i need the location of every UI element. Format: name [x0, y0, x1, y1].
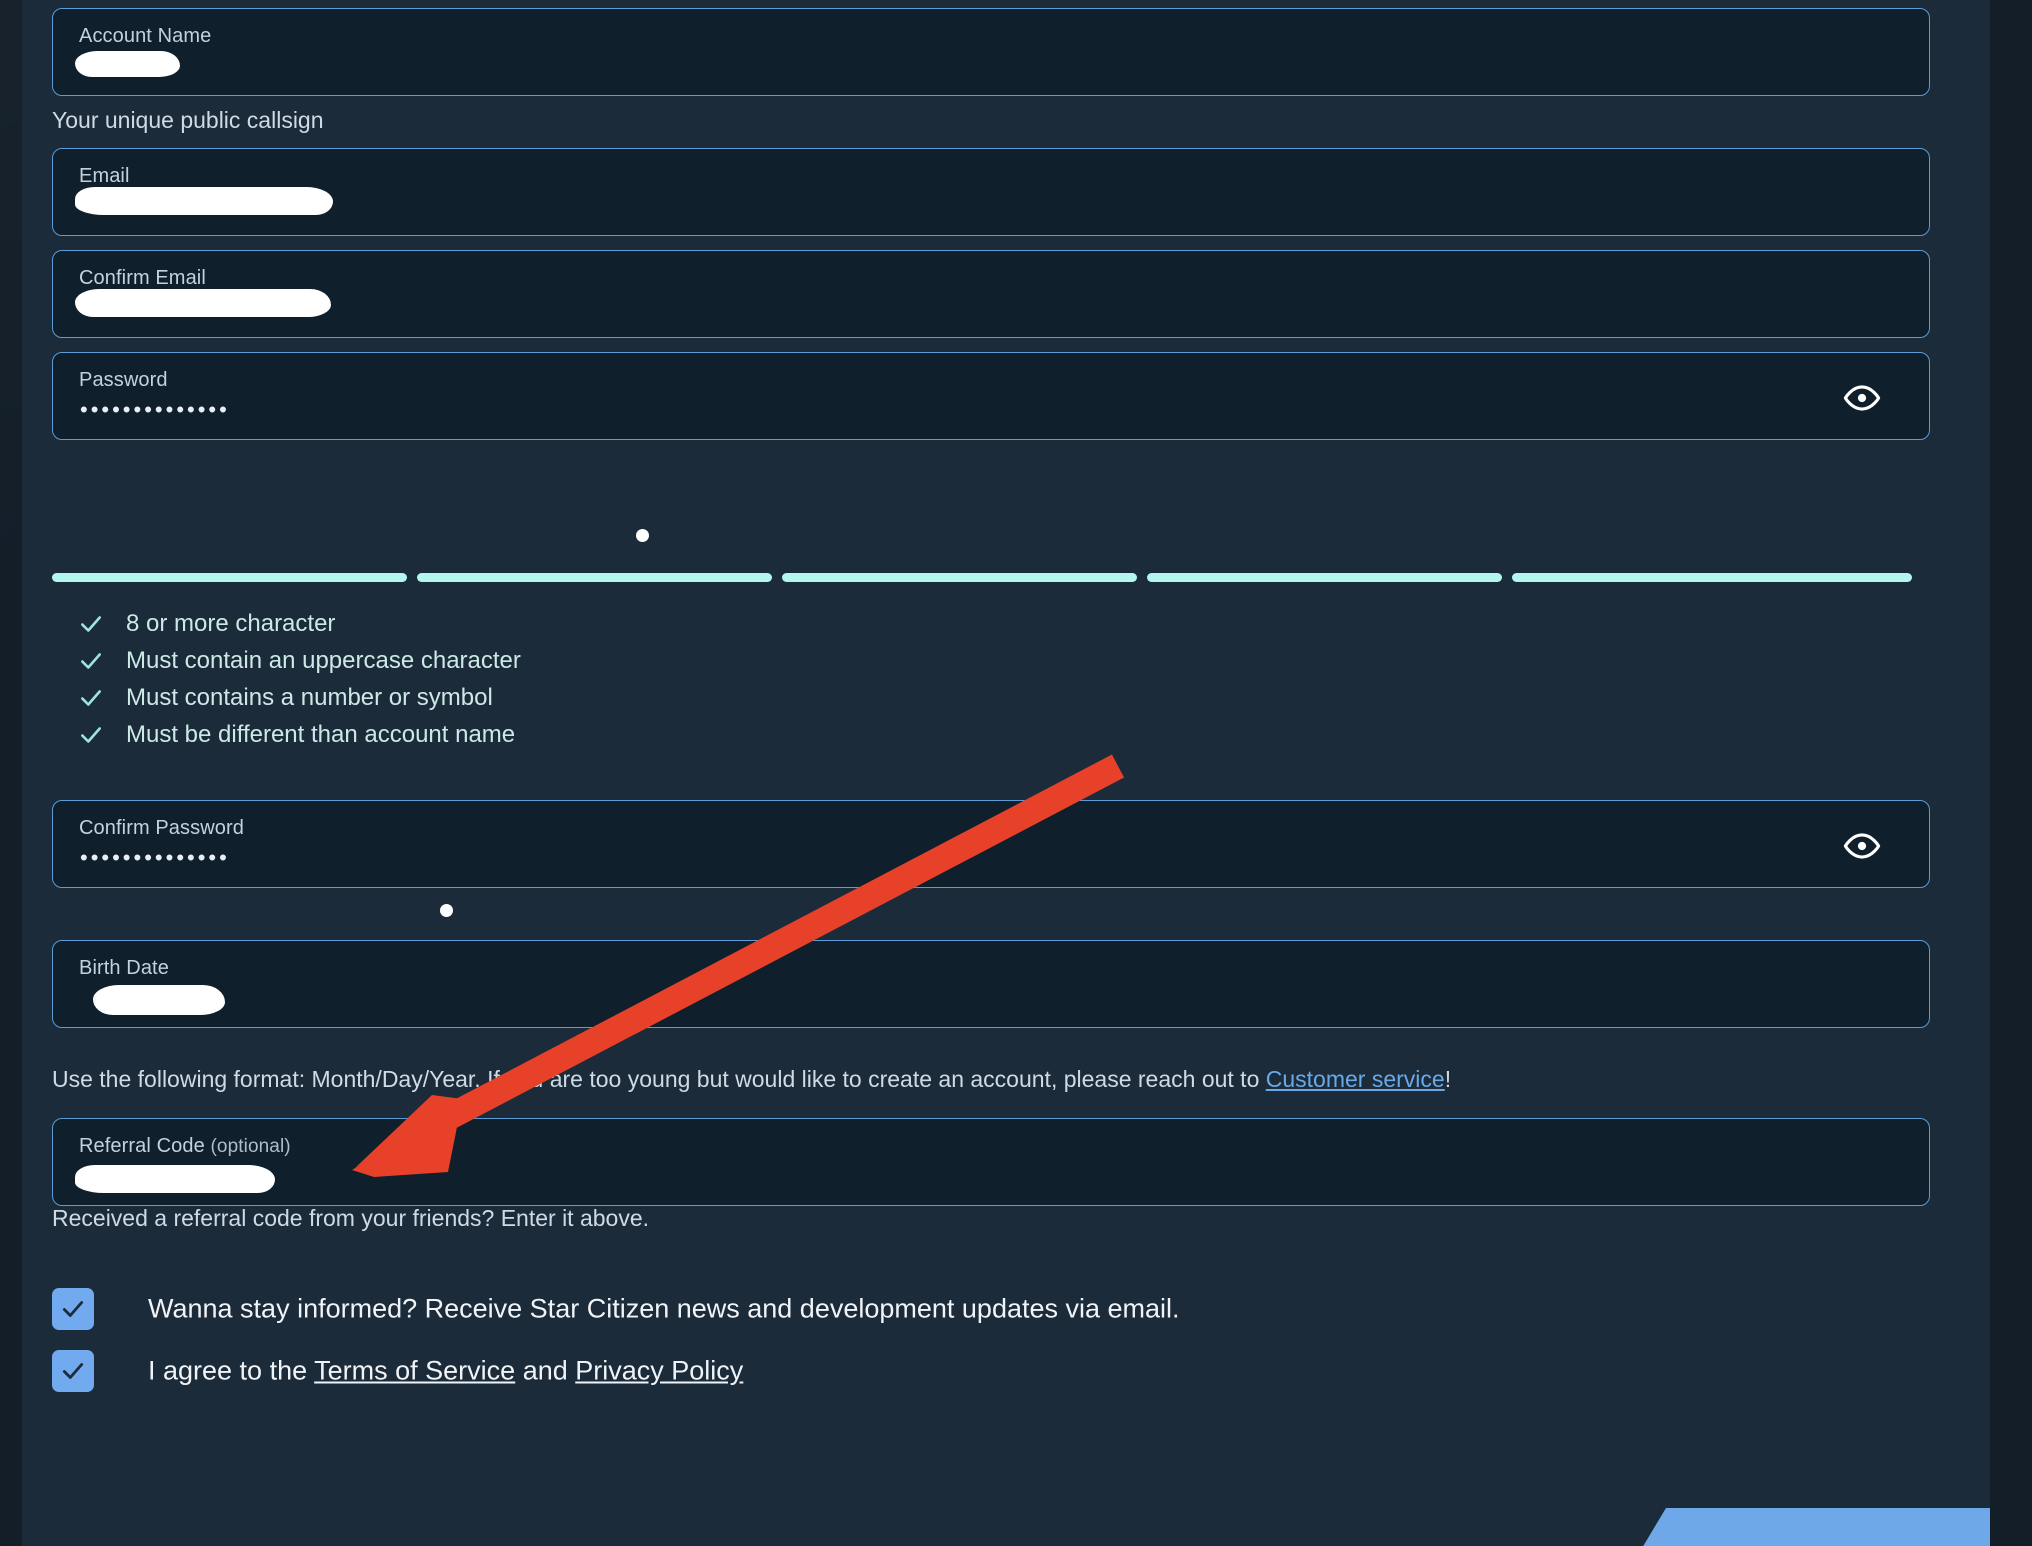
account-name-label: Account Name — [79, 25, 212, 47]
birth-date-hint-text: Use the following format: Month/Day/Year… — [52, 1066, 1266, 1092]
confirm-password-label: Confirm Password — [79, 817, 244, 839]
customer-service-link[interactable]: Customer service — [1266, 1066, 1445, 1092]
password-requirement-4: Must be different than account name — [78, 717, 778, 753]
referral-code-label: Referral Code (optional) — [79, 1135, 291, 1158]
registration-form: Account Name Your unique public callsign… — [22, 0, 1990, 1546]
referral-code-optional-tag: (optional) — [210, 1136, 291, 1157]
newsletter-consent-label: Wanna stay informed? Receive Star Citize… — [148, 1293, 1180, 1324]
password-requirement-1: 8 or more character — [78, 606, 778, 642]
birth-date-hint-suffix: ! — [1444, 1066, 1452, 1092]
password-field[interactable]: Password •••••••••••••• — [52, 352, 1930, 440]
check-icon — [78, 722, 104, 748]
password-value: •••••••••••••• — [80, 397, 230, 422]
password-requirement-label: Must contains a number or symbol — [126, 684, 493, 711]
confirm-password-field[interactable]: Confirm Password •••••••••••••• — [52, 800, 1930, 888]
referral-code-field[interactable]: Referral Code (optional) — [52, 1118, 1930, 1206]
password-strength-bar-overflow — [1512, 573, 1912, 582]
cursor-dot-lower — [440, 904, 453, 917]
terms-consent-label: I agree to the Terms of Service and Priv… — [148, 1356, 743, 1387]
password-requirement-label: 8 or more character — [126, 610, 336, 637]
password-requirement-label: Must contain an uppercase character — [126, 647, 521, 674]
check-icon — [78, 648, 104, 674]
check-icon — [78, 611, 104, 637]
page-right-gutter — [1990, 0, 2032, 1546]
password-requirement-2: Must contain an uppercase character — [78, 643, 778, 679]
terms-middle-text: and — [515, 1355, 576, 1386]
password-label: Password — [79, 369, 168, 391]
eye-icon[interactable] — [1843, 827, 1881, 865]
password-strength-bar-3 — [782, 573, 1137, 582]
password-requirement-label: Must be different than account name — [126, 721, 516, 748]
birth-date-label: Birth Date — [79, 957, 169, 979]
check-icon — [78, 685, 104, 711]
referral-code-redaction — [75, 1165, 275, 1193]
referral-code-hint: Received a referral code from your frien… — [52, 1205, 650, 1231]
terms-consent-row[interactable]: I agree to the Terms of Service and Priv… — [52, 1350, 1352, 1392]
email-field[interactable]: Email — [52, 148, 1930, 236]
cursor-dot-upper — [636, 529, 649, 542]
password-strength-bar-2 — [417, 573, 772, 582]
account-name-field[interactable]: Account Name — [52, 8, 1930, 96]
newsletter-consent-row[interactable]: Wanna stay informed? Receive Star Citize… — [52, 1288, 1352, 1330]
page-left-gutter — [0, 0, 22, 1546]
confirm-email-redaction — [75, 289, 331, 317]
referral-code-label-text: Referral Code — [79, 1135, 205, 1157]
birth-date-field[interactable]: Birth Date — [52, 940, 1930, 1028]
submit-button[interactable] — [1630, 1508, 1990, 1546]
confirm-password-value: •••••••••••••• — [80, 845, 230, 870]
account-name-redaction — [75, 51, 180, 77]
eye-icon[interactable] — [1843, 379, 1881, 417]
email-redaction — [75, 187, 333, 215]
terms-of-service-link[interactable]: Terms of Service — [314, 1356, 515, 1386]
confirm-email-label: Confirm Email — [79, 267, 206, 289]
signup-page: Account Name Your unique public callsign… — [0, 0, 2032, 1546]
email-label: Email — [79, 165, 130, 187]
password-requirement-3: Must contains a number or symbol — [78, 680, 778, 716]
password-strength-bar-4 — [1147, 573, 1502, 582]
terms-checkbox[interactable] — [52, 1350, 94, 1392]
password-strength-bar-1 — [52, 573, 407, 582]
confirm-email-field[interactable]: Confirm Email — [52, 250, 1930, 338]
birth-date-hint: Use the following format: Month/Day/Year… — [52, 1066, 1451, 1093]
terms-prefix-text: I agree to the — [148, 1355, 315, 1386]
privacy-policy-link[interactable]: Privacy Policy — [575, 1356, 743, 1386]
newsletter-checkbox[interactable] — [52, 1288, 94, 1330]
birth-date-redaction — [93, 985, 225, 1015]
account-name-hint: Your unique public callsign — [52, 107, 324, 133]
